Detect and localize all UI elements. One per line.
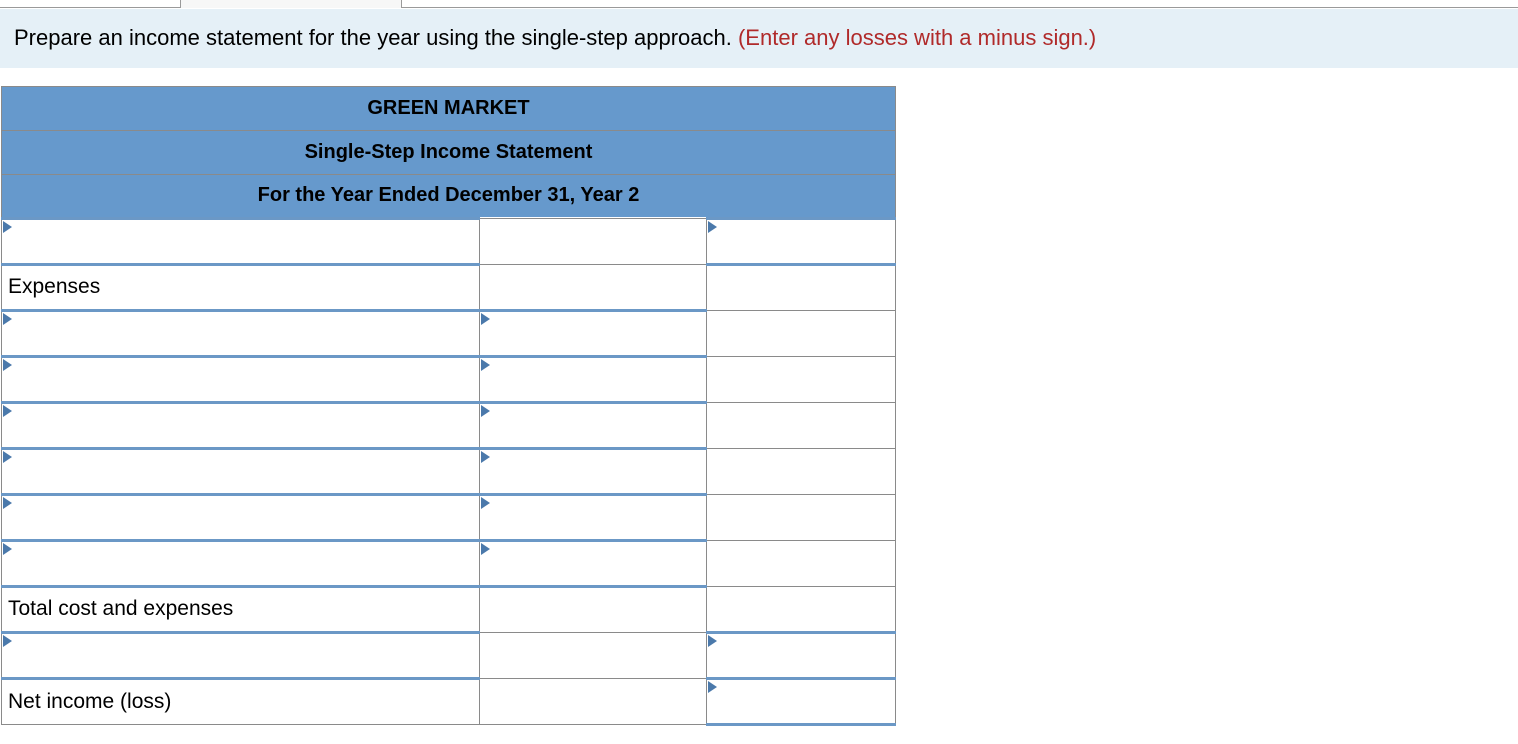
dropdown-icon <box>3 313 12 325</box>
dropdown-icon <box>481 451 490 463</box>
expenses-label-cell: Expenses <box>2 264 480 310</box>
expenses-label-row: Expenses <box>2 264 896 310</box>
dropdown-icon <box>3 497 12 509</box>
dropdown-icon <box>481 543 490 555</box>
net-income-label-cell: Net income (loss) <box>2 678 480 724</box>
statement-period-cell: For the Year Ended December 31, Year 2 <box>2 174 896 218</box>
tab-strip <box>0 0 1518 8</box>
expense-amount-input-2[interactable] <box>479 356 707 402</box>
revenue-row <box>2 218 896 264</box>
expense-row-6 <box>2 540 896 586</box>
total-expenses-row: Total cost and expenses <box>2 586 896 632</box>
net-income-mid-cell[interactable] <box>479 678 707 724</box>
total-expenses-amount-cell[interactable] <box>707 586 896 632</box>
blank-cell-c[interactable] <box>707 264 896 310</box>
statement-title-cell: Single-Step Income Statement <box>2 130 896 174</box>
pre-net-row <box>2 632 896 678</box>
blank-cell-b[interactable] <box>479 264 707 310</box>
revenue-account-select[interactable] <box>2 218 480 264</box>
revenue-amount-input[interactable] <box>707 218 896 264</box>
expense-account-select-1[interactable] <box>2 310 480 356</box>
header-title-row: Single-Step Income Statement <box>2 130 896 174</box>
blank-cell-c[interactable] <box>707 448 896 494</box>
blank-cell-c[interactable] <box>707 356 896 402</box>
dropdown-icon <box>481 313 490 325</box>
expense-row-3 <box>2 402 896 448</box>
pre-net-account-select[interactable] <box>2 632 480 678</box>
dropdown-icon <box>3 221 12 233</box>
blank-cell-c[interactable] <box>707 540 896 586</box>
expense-amount-input-5[interactable] <box>479 494 707 540</box>
dropdown-icon <box>481 497 490 509</box>
net-income-amount-input[interactable] <box>707 678 896 724</box>
net-income-row: Net income (loss) <box>2 678 896 724</box>
income-statement-table: GREEN MARKET Single-Step Income Statemen… <box>1 86 896 726</box>
expense-row-4 <box>2 448 896 494</box>
blank-cell-c[interactable] <box>707 494 896 540</box>
header-company-row: GREEN MARKET <box>2 86 896 130</box>
dropdown-icon <box>3 405 12 417</box>
expense-row-5 <box>2 494 896 540</box>
company-name-cell: GREEN MARKET <box>2 86 896 130</box>
dropdown-icon <box>708 635 717 647</box>
dropdown-icon <box>481 405 490 417</box>
expense-amount-input-4[interactable] <box>479 448 707 494</box>
expense-account-select-3[interactable] <box>2 402 480 448</box>
dropdown-icon <box>481 359 490 371</box>
dropdown-icon <box>3 543 12 555</box>
expense-row-2 <box>2 356 896 402</box>
blank-cell-c[interactable] <box>707 402 896 448</box>
total-expenses-label-cell: Total cost and expenses <box>2 586 480 632</box>
expense-account-select-5[interactable] <box>2 494 480 540</box>
dropdown-icon <box>3 635 12 647</box>
dropdown-icon <box>708 221 717 233</box>
expense-account-select-4[interactable] <box>2 448 480 494</box>
expense-amount-input-6[interactable] <box>479 540 707 586</box>
instruction-text: Prepare an income statement for the year… <box>14 25 738 50</box>
pre-net-mid-cell[interactable] <box>479 632 707 678</box>
dropdown-icon <box>708 681 717 693</box>
instruction-note: (Enter any losses with a minus sign.) <box>738 25 1096 50</box>
dropdown-icon <box>3 451 12 463</box>
blank-cell-c[interactable] <box>707 310 896 356</box>
pre-net-amount-input[interactable] <box>707 632 896 678</box>
header-period-row: For the Year Ended December 31, Year 2 <box>2 174 896 218</box>
expense-account-select-6[interactable] <box>2 540 480 586</box>
expense-account-select-2[interactable] <box>2 356 480 402</box>
expense-amount-input-1[interactable] <box>479 310 707 356</box>
revenue-mid-cell[interactable] <box>479 218 707 264</box>
total-expenses-mid-cell[interactable] <box>479 586 707 632</box>
instruction-bar: Prepare an income statement for the year… <box>0 9 1518 68</box>
expense-row-1 <box>2 310 896 356</box>
dropdown-icon <box>3 359 12 371</box>
expense-amount-input-3[interactable] <box>479 402 707 448</box>
